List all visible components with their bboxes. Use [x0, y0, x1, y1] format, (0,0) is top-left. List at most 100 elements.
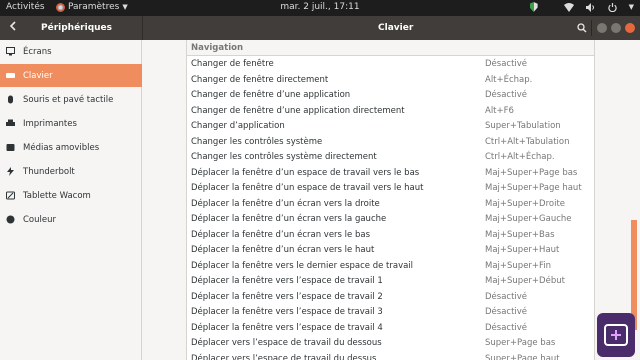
sidebar-item-label: Clavier: [23, 70, 53, 81]
shortcut-name: Changer d’application: [191, 121, 285, 131]
shortcut-row[interactable]: Déplacer la fenêtre vers l’espace de tra…: [187, 305, 594, 321]
volume-icon[interactable]: [585, 2, 596, 12]
shortcut-accelerator: Maj+Super+Bas: [485, 229, 555, 240]
maximize-button[interactable]: [611, 23, 621, 33]
shortcut-row[interactable]: Déplacer vers l’espace de travail du des…: [187, 336, 594, 352]
section-title: Navigation: [187, 40, 594, 56]
shortcut-name: Déplacer la fenêtre vers l’espace de tra…: [191, 307, 383, 317]
chevron-left-icon: [9, 21, 16, 31]
shortcut-name: Déplacer la fenêtre d’un écran vers le b…: [191, 229, 371, 240]
keyboard-icon: [6, 71, 15, 80]
sidebar: Écrans Clavier Souris et pavé tactile Im…: [0, 40, 142, 360]
shortcut-accelerator: Désactivé: [485, 90, 528, 100]
shortcut-row[interactable]: Déplacer la fenêtre vers le dernier espa…: [187, 259, 594, 275]
sidebar-item-label: Imprimantes: [23, 118, 77, 129]
sidebar-item-wacom[interactable]: Tablette Wacom: [0, 184, 142, 207]
shortcut-accelerator: Maj+Super+Début: [485, 276, 565, 286]
shortcut-name: Changer les contrôles système: [191, 136, 323, 147]
back-button[interactable]: [6, 21, 20, 35]
shortcut-row[interactable]: Déplacer la fenêtre vers l’espace de tra…: [187, 290, 594, 306]
power-icon[interactable]: [607, 2, 617, 12]
header-divider: [142, 16, 143, 40]
shortcut-row[interactable]: Déplacer la fenêtre d’un écran vers la g…: [187, 212, 594, 228]
thunderbolt-icon: [6, 167, 15, 176]
page-title: Clavier: [378, 23, 414, 33]
shortcut-name: Déplacer la fenêtre vers le dernier espa…: [191, 260, 414, 271]
sidebar-item-souris[interactable]: Souris et pavé tactile: [0, 88, 142, 111]
tablet-icon: [6, 191, 15, 200]
shortcut-accelerator: Ctrl+Alt+Tabulation: [485, 136, 570, 147]
logo-icon: [604, 324, 628, 346]
shortcut-row[interactable]: Déplacer la fenêtre d’un écran vers le h…: [187, 243, 594, 259]
shortcut-name: Déplacer vers l’espace de travail du des…: [191, 338, 382, 348]
shortcut-accelerator: Désactivé: [485, 322, 528, 333]
shortcut-accelerator: Maj+Super+Fin: [485, 260, 552, 271]
shortcut-name: Déplacer la fenêtre d’un écran vers le h…: [191, 245, 375, 255]
shortcut-accelerator: Super+Tabulation: [485, 121, 561, 131]
mouse-icon: [6, 95, 15, 104]
shortcut-accelerator: Alt+Échap.: [485, 74, 533, 85]
shortcut-row[interactable]: Déplacer la fenêtre d’un écran vers le b…: [187, 228, 594, 244]
shortcut-accelerator: Maj+Super+Droite: [485, 198, 566, 209]
shortcut-accelerator: Super+Page bas: [485, 338, 556, 348]
shortcut-row[interactable]: Changer les contrôles système Ctrl+Alt+Ta…: [187, 135, 594, 151]
shortcut-row[interactable]: Changer les contrôles système directemen…: [187, 150, 594, 166]
shortcut-accelerator: Maj+Super+Gauche: [485, 214, 572, 224]
shortcut-name: Changer de fenêtre: [191, 59, 274, 69]
system-tray: ▼: [529, 2, 634, 12]
chevron-down-icon[interactable]: ▼: [629, 3, 634, 11]
shortcut-name: Déplacer la fenêtre d’un écran vers la d…: [191, 198, 380, 209]
sidebar-item-couleur[interactable]: Couleur: [0, 208, 142, 231]
shortcut-name: Déplacer vers l’espace de travail du des…: [191, 353, 377, 360]
shortcut-row[interactable]: Déplacer la fenêtre d’un espace de trava…: [187, 181, 594, 197]
sidebar-item-ecrans[interactable]: Écrans: [0, 40, 142, 63]
sidebar-item-label: Écrans: [23, 46, 52, 57]
search-button[interactable]: [574, 20, 590, 36]
shortcut-row[interactable]: Changer de fenêtre Désactivé: [187, 57, 594, 73]
shortcut-name: Changer de fenêtre directement: [191, 74, 329, 85]
shortcut-name: Changer de fenêtre d’une application dir…: [191, 105, 405, 116]
shortcut-accelerator: Ctrl+Alt+Échap.: [485, 152, 555, 162]
shortcut-name: Déplacer la fenêtre d’un écran vers la g…: [191, 214, 387, 224]
shortcut-name: Déplacer la fenêtre vers l’espace de tra…: [191, 322, 383, 333]
sidebar-item-medias[interactable]: Médias amovibles: [0, 136, 142, 159]
close-button[interactable]: [625, 23, 635, 33]
sidebar-item-label: Thunderbolt: [23, 166, 75, 177]
shortcut-row[interactable]: Déplacer la fenêtre vers l’espace de tra…: [187, 321, 594, 337]
shortcuts-list: Navigation Changer de fenêtre Désactivé Ch…: [186, 40, 595, 360]
sidebar-item-clavier[interactable]: Clavier: [0, 64, 142, 87]
shortcut-accelerator: Alt+F6: [485, 105, 514, 116]
shield-icon[interactable]: [529, 2, 538, 12]
watermark-logo: [597, 313, 635, 357]
sidebar-item-label: Couleur: [23, 214, 56, 225]
sidebar-item-imprimantes[interactable]: Imprimantes: [0, 112, 142, 135]
shortcut-row[interactable]: Déplacer la fenêtre d’un espace de trava…: [187, 166, 594, 182]
shortcut-name: Déplacer la fenêtre d’un espace de trava…: [191, 183, 424, 193]
main-content: Navigation Changer de fenêtre Désactivé Ch…: [143, 40, 640, 360]
shortcut-row[interactable]: Déplacer la fenêtre vers l’espace de tra…: [187, 274, 594, 290]
shortcut-name: Déplacer la fenêtre vers l’espace de tra…: [191, 291, 383, 302]
shortcut-name: Changer les contrôles système directemen…: [191, 152, 377, 162]
removable-media-icon: [6, 143, 15, 152]
shortcut-accelerator: Maj+Super+Haut: [485, 245, 560, 255]
shortcut-row[interactable]: Changer d’application Super+Tabulation: [187, 119, 594, 135]
color-icon: [6, 215, 15, 224]
header-separator: [591, 20, 592, 36]
network-icon[interactable]: [563, 2, 574, 12]
shortcut-row[interactable]: Changer de fenêtre directement Alt+Échap.: [187, 73, 594, 89]
sidebar-item-label: Médias amovibles: [23, 142, 100, 153]
shortcut-row[interactable]: Déplacer vers l’espace de travail du des…: [187, 352, 594, 360]
shortcut-row[interactable]: Changer de fenêtre d’une application dir…: [187, 104, 594, 120]
top-bar: Activités Paramètres ▼ mar. 2 juil., 17:…: [0, 0, 640, 16]
shortcut-name: Changer de fenêtre d’une application: [191, 90, 351, 100]
search-icon: [577, 23, 587, 33]
sidebar-item-thunderbolt[interactable]: Thunderbolt: [0, 160, 142, 183]
shortcut-row[interactable]: Changer de fenêtre d’une application Désa…: [187, 88, 594, 104]
printer-icon: [6, 119, 15, 128]
shortcut-accelerator: Désactivé: [485, 291, 528, 302]
display-icon: [6, 47, 15, 56]
panel-title: Périphériques: [41, 23, 113, 33]
shortcut-row[interactable]: Déplacer la fenêtre d’un écran vers la d…: [187, 197, 594, 213]
minimize-button[interactable]: [597, 23, 607, 33]
sidebar-item-label: Tablette Wacom: [23, 190, 91, 201]
